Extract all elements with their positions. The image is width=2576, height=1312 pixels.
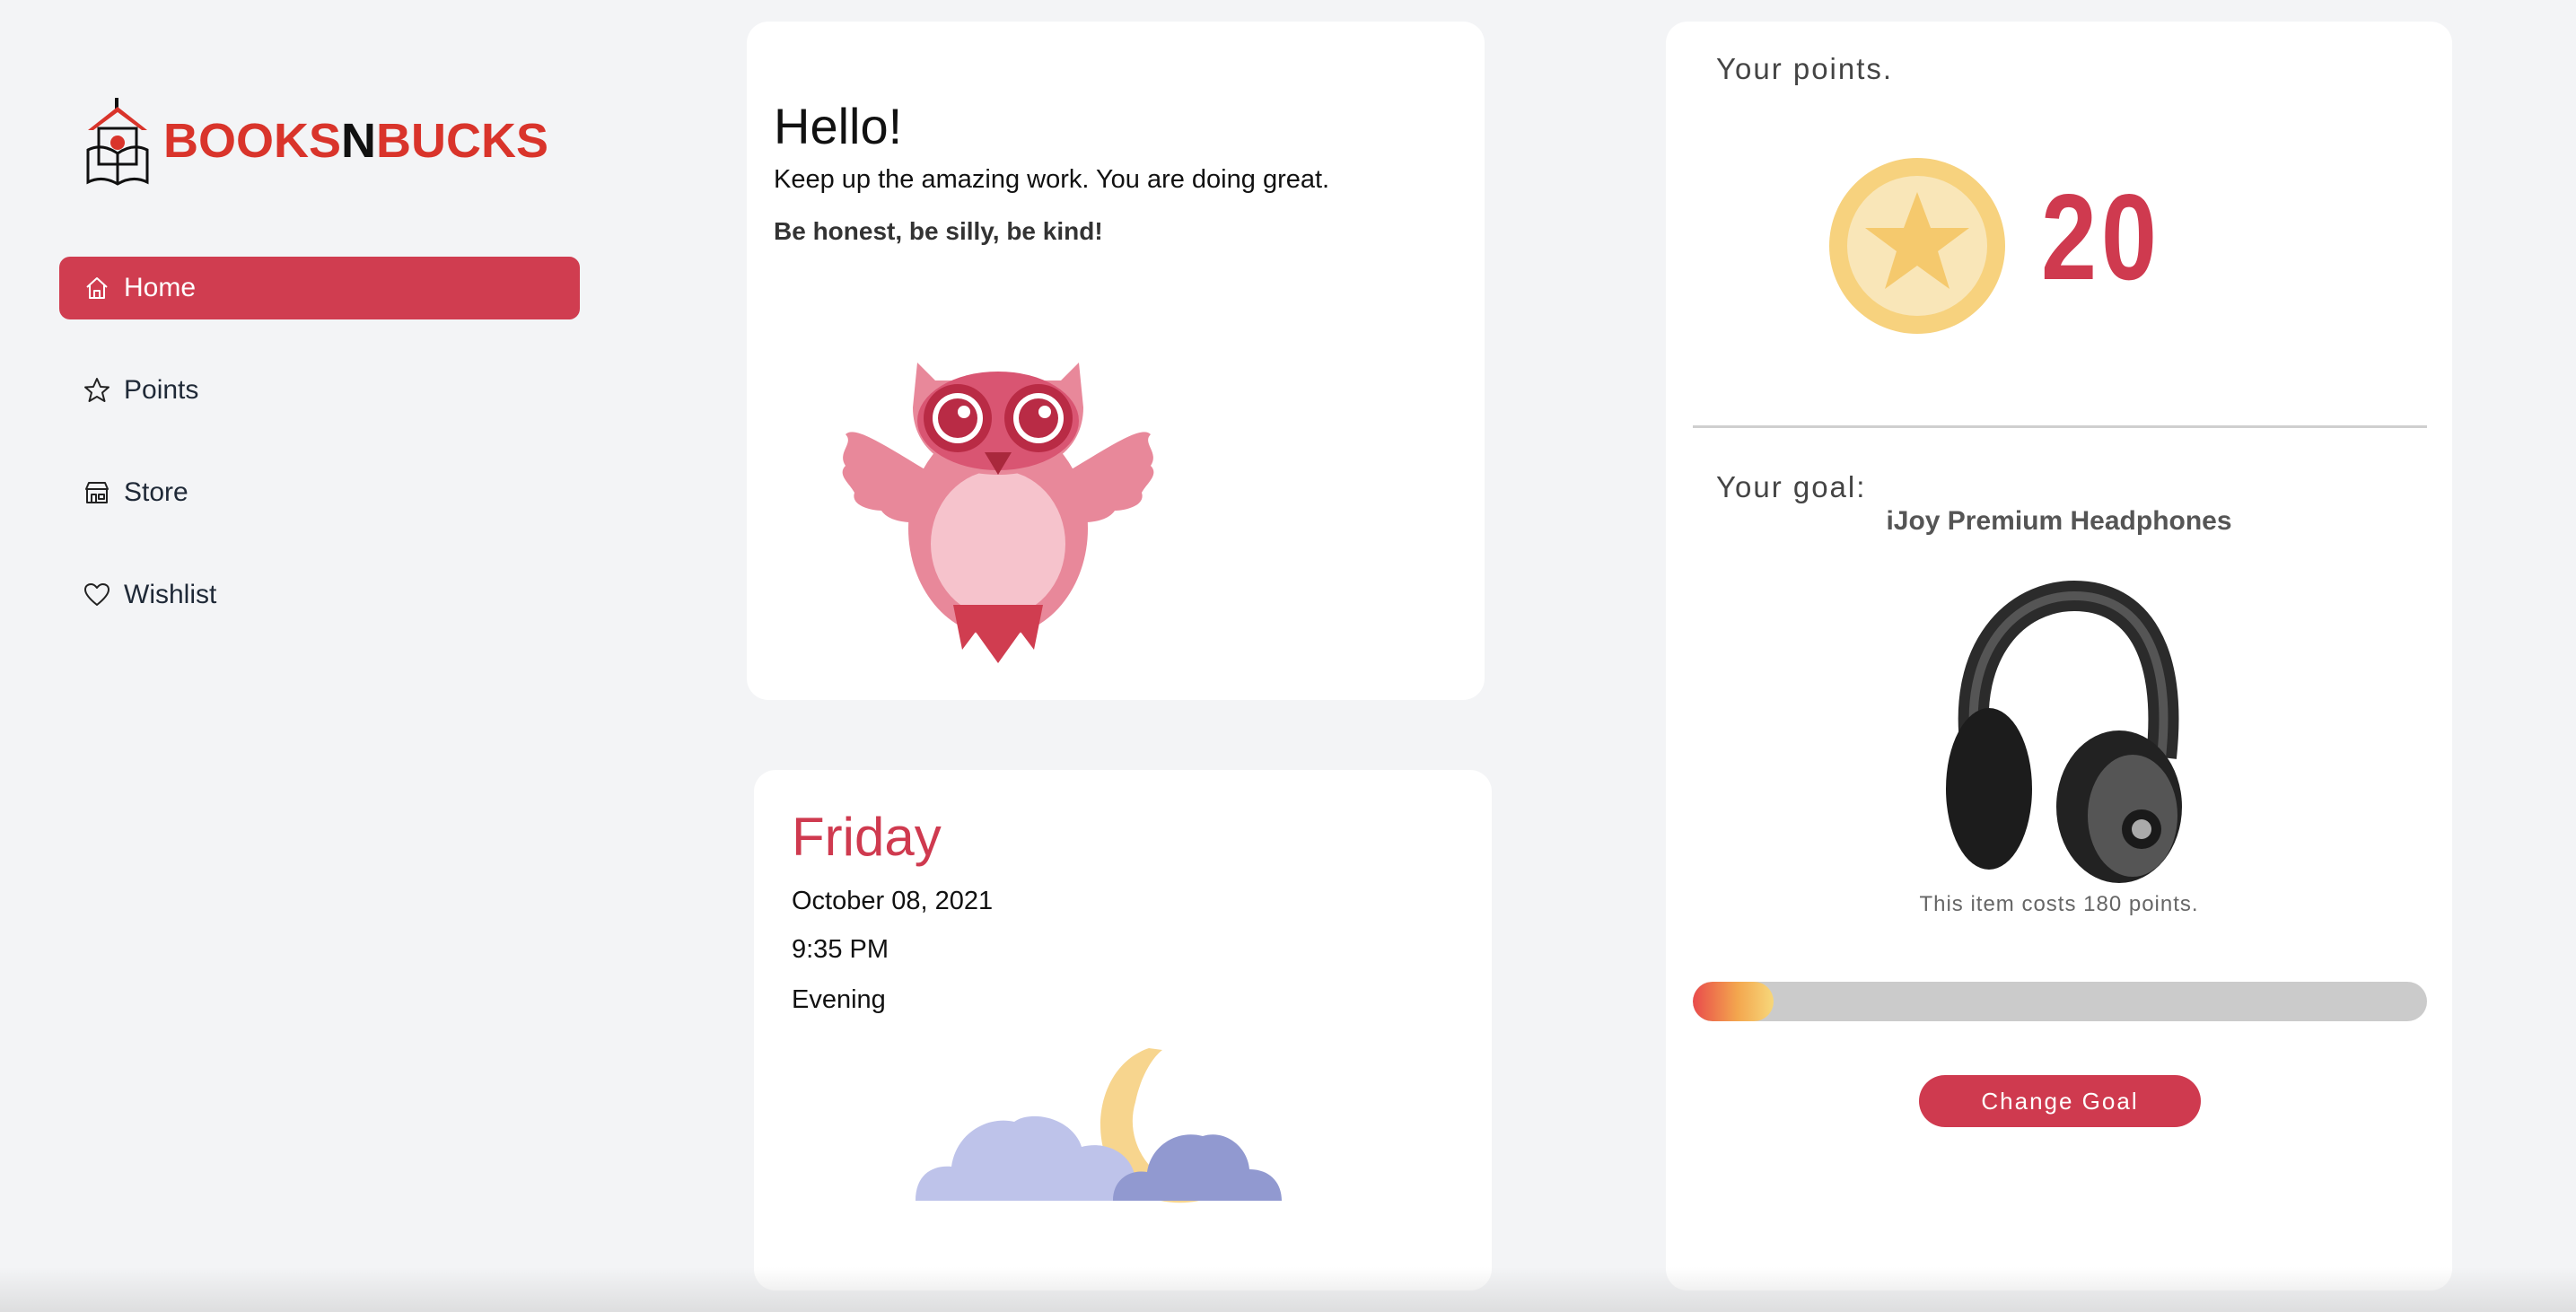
logo-wordmark: BOOKSNBUCKS [163,113,548,169]
sidebar-item-points[interactable]: Points [59,359,580,422]
moon-clouds-icon [916,1048,1282,1203]
section-divider [1693,425,2427,428]
star-icon [84,378,110,402]
greeting-motto: Be honest, be silly, be kind! [774,217,1103,245]
sidebar-item-label: Home [124,273,197,302]
points-value: 20 [2041,169,2161,305]
sidebar-item-label: Store [124,477,188,507]
greeting-subtitle: Keep up the amazing work. You are doing … [774,165,1330,194]
logo-word-n: N [341,114,377,168]
coin-star-icon [1829,158,2005,334]
date-text: October 08, 2021 [792,887,994,915]
goal-progress-bar [1693,982,2427,1021]
logo-word-bucks: BUCKS [376,114,549,168]
sidebar-item-store[interactable]: Store [59,461,580,524]
day-of-week: Friday [792,807,942,867]
goal-item-name: iJoy Premium Headphones [1886,506,2232,536]
heart-icon [84,583,110,606]
sidebar-item-label: Points [124,375,199,405]
time-text: 9:35 PM [792,935,889,964]
store-icon [85,482,109,503]
date-card: Friday October 08, 2021 9:35 PM Evening [754,770,1492,1290]
points-label: Your points. [1716,52,1894,85]
change-goal-button[interactable]: Change Goal [1919,1075,2201,1127]
sidebar-item-home[interactable]: Home [59,257,580,319]
sidebar-item-wishlist[interactable]: Wishlist [59,564,580,626]
goal-progress-fill [1693,982,1774,1021]
greeting-title: Hello! [774,98,903,154]
owl-mascot-icon [842,363,1154,663]
goal-label: Your goal: [1716,470,1867,503]
schoolhouse-book-icon [86,98,149,186]
sidebar-item-label: Wishlist [124,580,217,609]
greeting-card: Hello! Keep up the amazing work. You are… [747,22,1485,700]
home-icon [86,277,108,299]
headphones-image [1946,580,2182,883]
time-of-day: Evening [792,985,886,1014]
app-logo[interactable]: BOOKSNBUCKS [83,92,548,190]
goal-cost-text: This item costs 180 points. [1919,892,2199,916]
points-goal-card: Your points. 20 Your goal: iJoy Premium … [1666,22,2452,1290]
sidebar-nav: Home Points Store Wishlist [59,257,580,666]
bottom-shadow [0,1267,2576,1312]
logo-word-books: BOOKS [163,114,342,168]
